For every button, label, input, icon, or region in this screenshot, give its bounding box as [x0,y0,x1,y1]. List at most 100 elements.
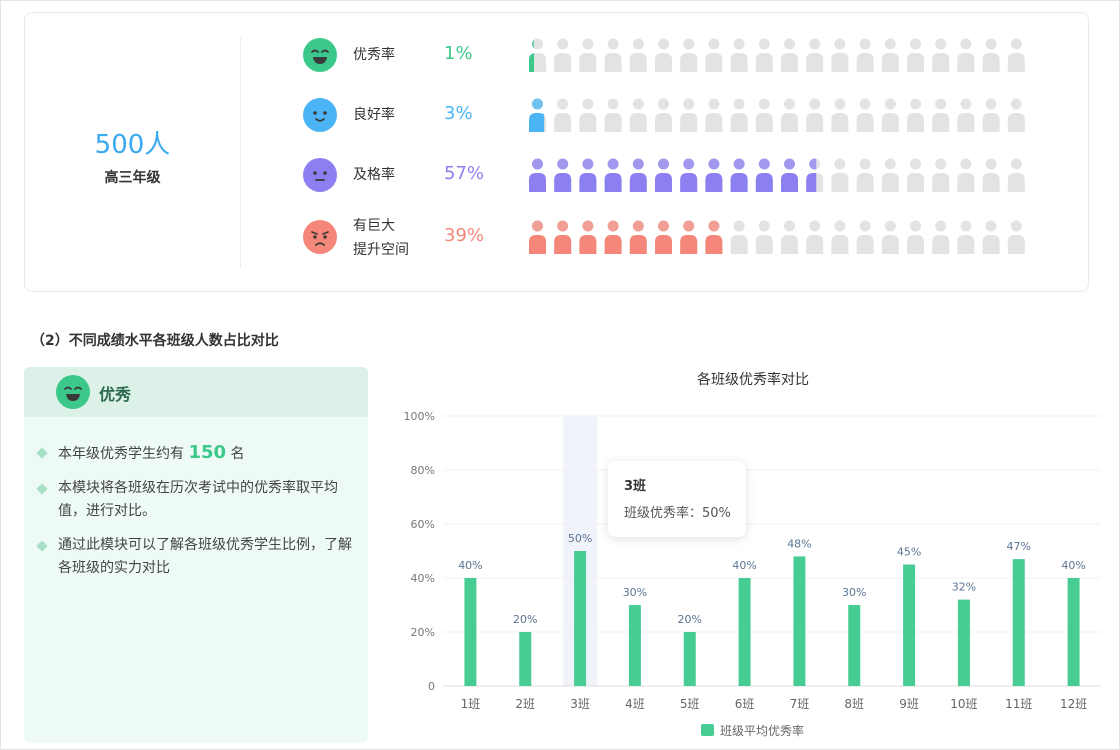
person-body [1007,173,1025,192]
excellent-student-count: 150 [188,442,227,463]
x-tick-label: 6班 [735,697,755,711]
x-tick-label: 7班 [790,697,810,711]
x-tick-label: 4班 [625,697,645,711]
person-body [856,173,874,192]
person-head [884,220,896,232]
person-head [582,98,594,110]
y-tick-label: 20% [411,626,435,639]
info-bullet: 本年级优秀学生约有 150 名 [36,441,358,466]
level-row: 及格率 57% [25,157,1090,217]
bar[interactable] [683,632,696,686]
person-head-filled [632,220,644,232]
y-tick-label: 80% [411,464,435,477]
bar[interactable] [1012,559,1025,686]
person-head [884,38,896,50]
person-body [932,173,950,192]
level-label-line: 及格率 [353,167,395,183]
person-body-filled [655,235,672,254]
legend-swatch[interactable] [701,724,714,736]
tooltip-title: 3班 [624,479,647,494]
bar[interactable] [903,564,916,687]
person-head [784,220,795,232]
person-head [632,38,644,50]
excellent-info-card: 优秀 本年级优秀学生约有 150 名本模块将各班级在历次考试中的优秀率取平均值，… [24,367,368,743]
level-label-line: 优秀率 [353,47,395,63]
person-body-filled [730,173,748,192]
person-body [554,113,572,132]
person-head [859,220,871,232]
bar[interactable] [628,605,641,686]
person-head [658,98,669,110]
person-head [683,38,695,50]
person-head-filled [708,158,720,170]
person-head [809,38,821,50]
person-head [658,38,669,50]
person-body [907,235,924,254]
x-tick-label: 11班 [1005,697,1032,711]
person-body [881,235,899,254]
person-head [910,38,921,50]
level-row: 优秀率 1% [25,37,1090,97]
bar[interactable] [793,556,806,686]
level-label-line: 良好率 [353,107,395,123]
person-head [960,158,972,170]
person-head [910,220,921,232]
person-head [834,220,846,232]
level-summary-card: 500人 高三年级 优秀率 1% 良好率 3% 及格率 57% 有巨大 提升空间 39% [24,12,1089,292]
chart-title: 各班级优秀率对比 [697,371,809,388]
person-body [730,53,748,72]
person-body [957,235,975,254]
person-body [932,53,950,72]
bar[interactable] [1067,578,1080,686]
person-body [957,53,975,72]
person-body [982,235,1000,254]
person-body [755,53,773,72]
person-body [579,113,597,132]
person-body [604,113,622,132]
person-head-filled [582,220,594,232]
x-tick-label: 2班 [515,697,535,711]
person-head [935,220,947,232]
bar[interactable] [574,551,587,686]
person-head [935,158,947,170]
person-head [960,38,972,50]
x-tick-label: 8班 [844,697,864,711]
bar[interactable] [738,578,751,686]
person-body [629,113,647,132]
person-head [834,158,846,170]
x-tick-label: 12班 [1060,697,1087,711]
person-body [755,235,773,254]
x-tick-label: 5班 [680,697,700,711]
person-head-filled [532,158,543,170]
level-percent: 57% [444,163,485,184]
bar[interactable] [848,605,861,686]
person-body [705,113,723,132]
person-head-filled [784,158,795,170]
level-label: 良好率 [353,103,395,127]
bar[interactable] [957,599,970,686]
person-head [683,98,695,110]
person-body [881,53,899,72]
grinning-face-icon [303,38,337,72]
person-body [755,113,773,132]
person-body-filled [629,173,647,192]
info-bullet: 本模块将各班级在历次考试中的优秀率取平均值，进行对比。 [36,477,358,523]
legend-label[interactable]: 班级平均优秀率 [720,723,804,738]
bar[interactable] [464,578,477,686]
person-head [935,38,947,50]
person-body [831,53,849,72]
level-label: 及格率 [353,163,395,187]
bar-data-label: 40% [732,559,756,572]
person-head-filled [532,220,543,232]
bullet-text-suffix: 名 [226,446,245,462]
person-body-filled [604,235,622,254]
neutral-face-icon [303,158,337,192]
person-body [957,113,975,132]
person-head [1010,98,1022,110]
y-tick-label: 100% [404,410,435,423]
person-body [831,113,849,132]
bar[interactable] [519,632,532,686]
person-body [781,113,798,132]
class-excellence-chart: 各班级优秀率对比 0 20% 40% 60% 80% 100% 40% 1班 20% 2班 50% 3班… [381,361,1111,746]
person-body [907,113,924,132]
